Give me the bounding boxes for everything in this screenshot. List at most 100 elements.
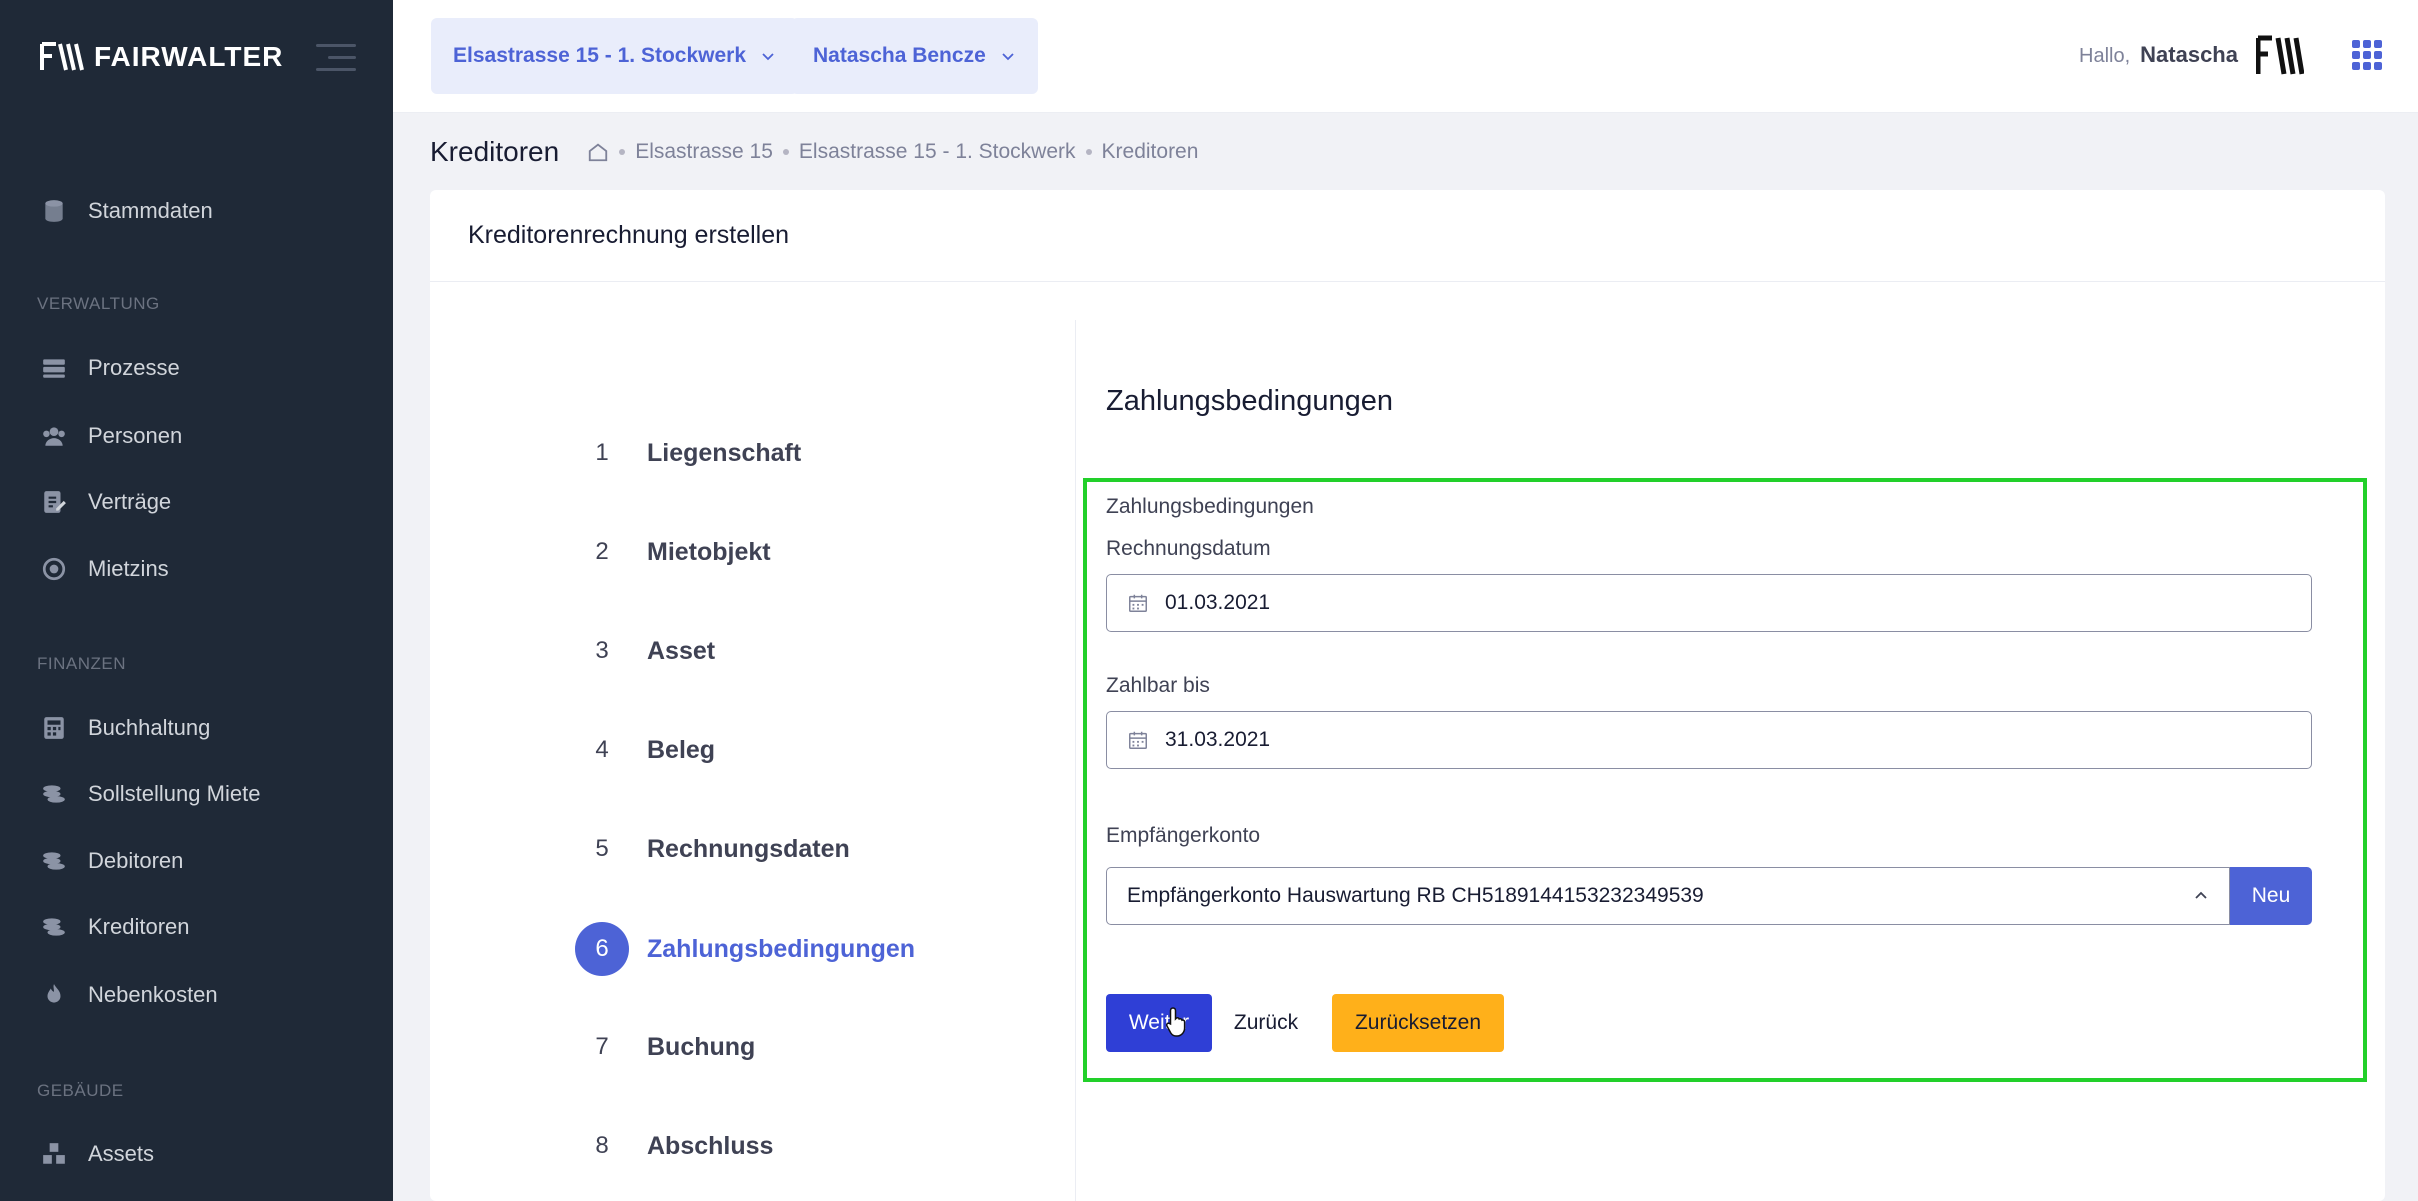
sidebar-item-label: Personen bbox=[88, 423, 183, 448]
fairwalter-logo-icon bbox=[40, 42, 84, 71]
step-label: Abschluss bbox=[647, 1131, 774, 1160]
new-account-button[interactable]: Neu bbox=[2230, 867, 2312, 925]
card-title: Kreditorenrechnung erstellen bbox=[430, 190, 2385, 282]
user-greeting[interactable]: Hallo, Natascha bbox=[2079, 42, 2238, 68]
wizard-step-7[interactable]: 7 Buchung bbox=[575, 1021, 755, 1073]
users-icon bbox=[40, 422, 68, 450]
invoice-date-value: 01.03.2021 bbox=[1165, 591, 1271, 614]
wizard-step-5[interactable]: 5 Rechnungsdaten bbox=[575, 823, 850, 875]
invoice-date-label: Rechnungsdatum bbox=[1106, 537, 1271, 560]
step-number: 2 bbox=[595, 538, 609, 565]
sidebar-item-stammdaten[interactable]: Stammdaten bbox=[40, 191, 213, 231]
sidebar-item-vertraege[interactable]: Verträge bbox=[40, 482, 171, 522]
nav-section-gebaeude: GEBÄUDE bbox=[37, 1081, 124, 1100]
property-selector[interactable]: Elsastrasse 15 - 1. Stockwerk bbox=[431, 18, 799, 94]
calculator-icon bbox=[40, 714, 68, 742]
coins-icon bbox=[40, 780, 68, 808]
due-date-value: 31.03.2021 bbox=[1165, 728, 1271, 751]
step-number: 4 bbox=[595, 736, 609, 763]
due-date-label: Zahlbar bis bbox=[1106, 674, 1210, 697]
wizard-divider bbox=[1075, 320, 1076, 1201]
step-number: 8 bbox=[595, 1132, 609, 1159]
wizard-step-4[interactable]: 4 Beleg bbox=[575, 724, 715, 776]
step-label: Buchung bbox=[647, 1032, 756, 1061]
user-name: Natascha bbox=[2140, 42, 2238, 67]
step-label: Zahlungsbedingungen bbox=[647, 934, 916, 963]
cubes-icon bbox=[40, 1140, 68, 1168]
page-title: Kreditoren bbox=[430, 136, 560, 167]
logo-text: FAIRWALTER bbox=[94, 41, 284, 72]
sidebar-item-mietzins[interactable]: Mietzins bbox=[40, 549, 169, 589]
step-number: 7 bbox=[595, 1033, 609, 1060]
chevron-down-icon bbox=[1002, 53, 1014, 61]
avatar[interactable] bbox=[2256, 34, 2304, 78]
database-icon bbox=[40, 197, 68, 225]
sidebar-item-label: Prozesse bbox=[88, 355, 180, 380]
next-button[interactable]: Weiter bbox=[1106, 994, 1212, 1052]
sidebar-item-personen[interactable]: Personen bbox=[40, 416, 182, 456]
sidebar: FAIRWALTER Stammdaten VERWALTUNG Prozess… bbox=[0, 0, 393, 1201]
back-button[interactable]: Zurück bbox=[1230, 994, 1302, 1052]
reset-button[interactable]: Zurücksetzen bbox=[1332, 994, 1504, 1052]
sidebar-item-label: Stammdaten bbox=[88, 198, 213, 223]
step-label: Beleg bbox=[647, 735, 716, 764]
breadcrumb-item[interactable]: Kreditoren bbox=[1102, 140, 1199, 164]
sidebar-toggle-icon[interactable] bbox=[316, 44, 356, 74]
section-title: Zahlungsbedingungen bbox=[1106, 385, 1394, 417]
topbar: Elsastrasse 15 - 1. Stockwerk Natascha B… bbox=[393, 0, 2418, 113]
sidebar-item-label: Sollstellung Miete bbox=[88, 781, 261, 806]
nav-section-verwaltung: VERWALTUNG bbox=[37, 294, 160, 313]
wizard-step-8[interactable]: 8 Abschluss bbox=[575, 1120, 773, 1172]
sidebar-item-label: Kreditoren bbox=[88, 914, 190, 939]
account-select[interactable]: Empfängerkonto Hauswartung RB CH51891441… bbox=[1106, 867, 2230, 925]
sidebar-item-nebenkosten[interactable]: Nebenkosten bbox=[40, 975, 218, 1015]
hand-cursor-icon bbox=[1165, 1007, 1186, 1037]
chevron-down-icon bbox=[762, 53, 774, 61]
wizard-step-3[interactable]: 3 Asset bbox=[575, 625, 715, 677]
due-date-field[interactable]: 31.03.2021 bbox=[1106, 711, 2312, 769]
invoice-date-field[interactable]: 01.03.2021 bbox=[1106, 574, 2312, 632]
step-label: Mietobjekt bbox=[647, 537, 771, 566]
sidebar-item-prozesse[interactable]: Prozesse bbox=[40, 348, 180, 388]
calendar-icon bbox=[1129, 594, 1147, 612]
breadcrumb-item[interactable]: Elsastrasse 15 bbox=[635, 140, 773, 164]
chevron-up-icon bbox=[2195, 891, 2207, 899]
wizard-card: Kreditorenrechnung erstellen 1 Liegensch… bbox=[430, 190, 2385, 1201]
highlight-box bbox=[1083, 478, 2367, 1082]
money-icon bbox=[40, 555, 68, 583]
sidebar-item-kreditoren[interactable]: Kreditoren bbox=[40, 907, 190, 947]
coins-icon bbox=[40, 847, 68, 875]
account-select-value: Empfängerkonto Hauswartung RB CH51891441… bbox=[1127, 884, 1704, 907]
sidebar-item-assets[interactable]: Assets bbox=[40, 1134, 154, 1174]
form-group-label: Zahlungsbedingungen bbox=[1106, 495, 1314, 518]
nav-section-finanzen: FINANZEN bbox=[37, 654, 126, 673]
wizard-step-1[interactable]: 1 Liegenschaft bbox=[575, 427, 801, 479]
user-selector-label: Natascha Bencze bbox=[813, 44, 986, 67]
sidebar-item-label: Debitoren bbox=[88, 848, 184, 873]
property-selector-label: Elsastrasse 15 - 1. Stockwerk bbox=[453, 44, 747, 67]
apps-grid-icon[interactable] bbox=[2352, 40, 2382, 70]
sidebar-item-label: Verträge bbox=[88, 489, 172, 514]
step-label: Asset bbox=[647, 636, 716, 665]
contract-icon bbox=[40, 488, 68, 516]
app-logo[interactable]: FAIRWALTER bbox=[40, 40, 283, 74]
sidebar-item-label: Assets bbox=[88, 1141, 155, 1166]
step-number: 5 bbox=[595, 835, 609, 862]
coins-icon bbox=[40, 913, 68, 941]
sidebar-item-buchhaltung[interactable]: Buchhaltung bbox=[40, 708, 210, 748]
step-label: Rechnungsdaten bbox=[647, 834, 850, 863]
home-icon[interactable] bbox=[587, 141, 609, 163]
calendar-icon bbox=[1129, 731, 1147, 749]
sidebar-item-debitoren[interactable]: Debitoren bbox=[40, 841, 183, 881]
wizard-step-2[interactable]: 2 Mietobjekt bbox=[575, 526, 771, 578]
wizard-step-6[interactable]: 6 Zahlungsbedingungen bbox=[575, 922, 916, 976]
sidebar-item-sollstellung-miete[interactable]: Sollstellung Miete bbox=[40, 774, 260, 814]
step-number: 6 bbox=[575, 922, 629, 976]
user-selector[interactable]: Natascha Bencze bbox=[791, 18, 1038, 94]
fire-icon bbox=[40, 981, 68, 1009]
server-icon bbox=[40, 354, 68, 382]
breadcrumb-item[interactable]: Elsastrasse 15 - 1. Stockwerk bbox=[799, 140, 1076, 164]
greeting-label: Hallo, bbox=[2079, 45, 2131, 67]
breadcrumb: Elsastrasse 15 Elsastrasse 15 - 1. Stock… bbox=[587, 140, 1198, 164]
step-label: Liegenschaft bbox=[647, 438, 802, 467]
